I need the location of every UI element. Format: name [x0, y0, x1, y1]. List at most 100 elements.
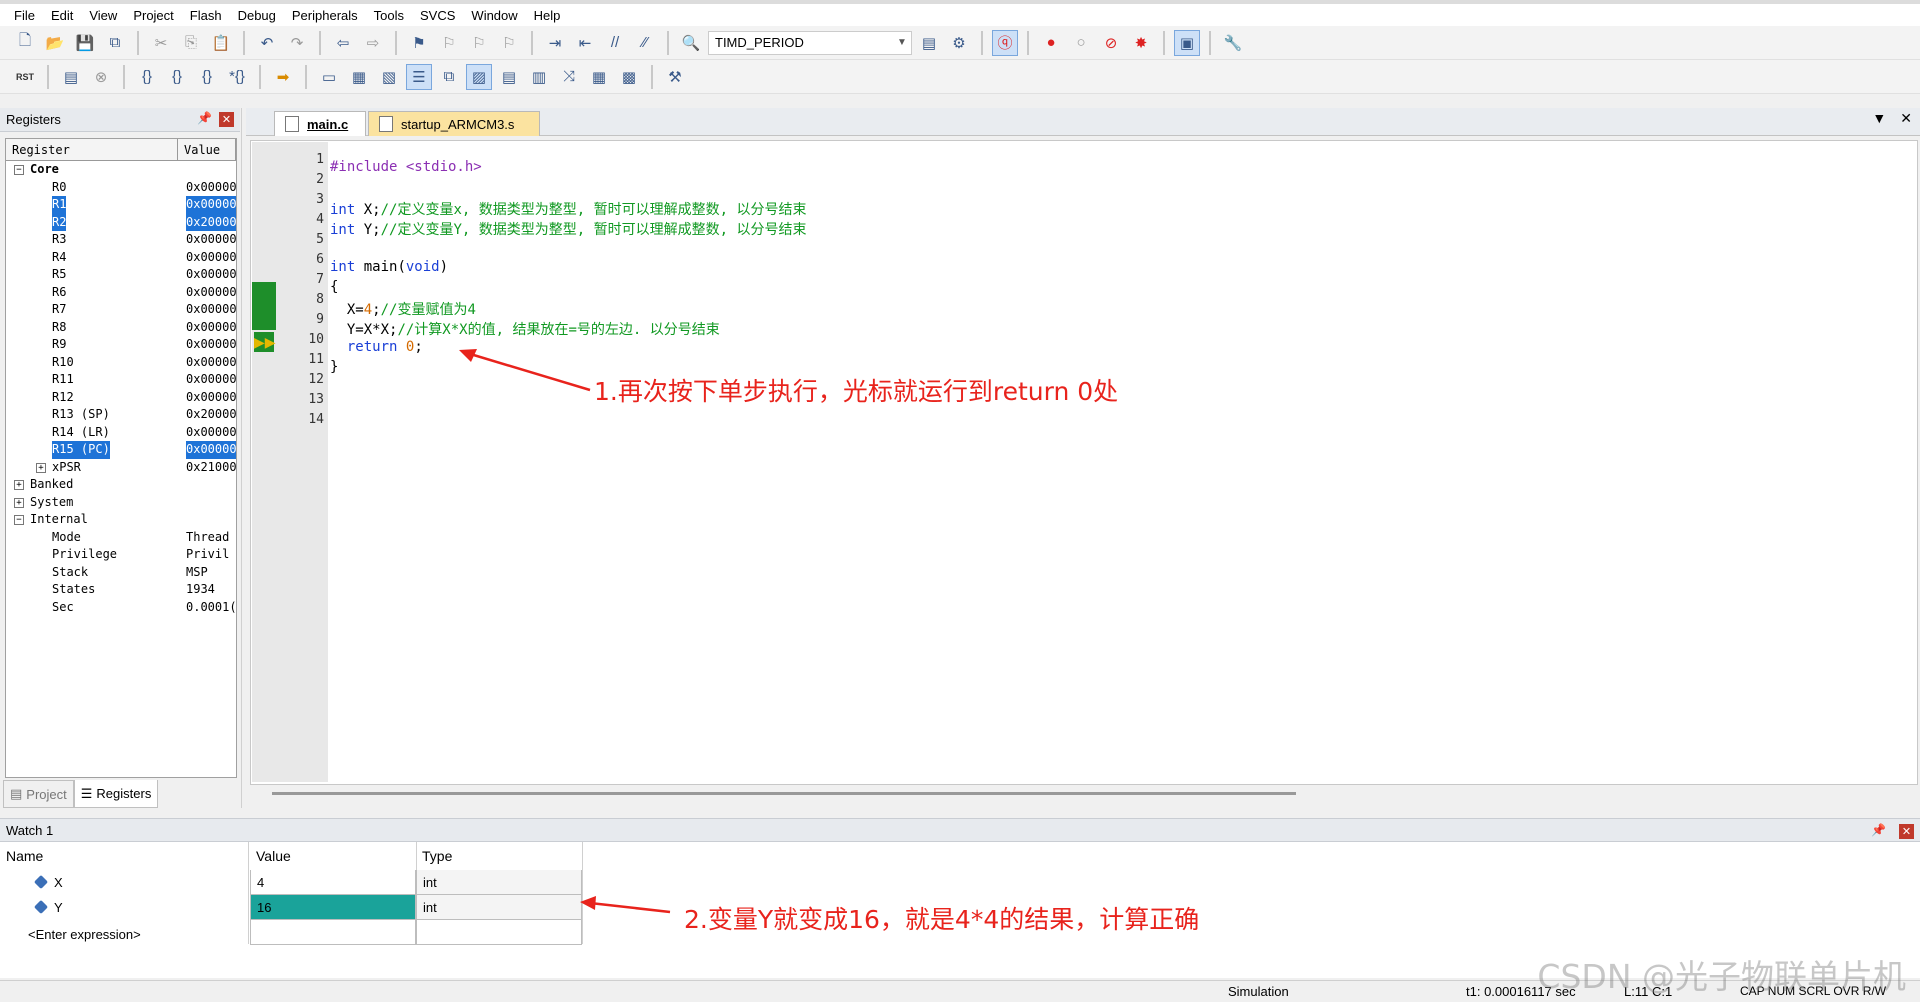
window-layout-icon[interactable]: ▣	[1174, 29, 1200, 56]
register-row[interactable]: R0 0x00000	[6, 179, 236, 197]
register-value[interactable]: Privil	[186, 546, 236, 564]
reset-icon[interactable]: RST	[12, 64, 38, 90]
register-row[interactable]: R13 (SP) 0x20000	[6, 406, 236, 424]
register-value[interactable]: 0x00000	[186, 319, 236, 337]
close-icon[interactable]: ✕	[219, 112, 234, 127]
horizontal-scrollbar[interactable]	[272, 792, 1296, 795]
menu-peripherals[interactable]: Peripherals	[284, 8, 366, 23]
tab-list-dropdown-icon[interactable]: ▼	[1872, 110, 1886, 127]
register-row[interactable]: R2 0x20000	[6, 213, 236, 231]
register-row[interactable]: R10 0x00000	[6, 354, 236, 372]
debug-session-icon[interactable]: ⓠ	[992, 29, 1018, 56]
tab-startup-armcm3[interactable]: startup_ARMCM3.s	[368, 111, 540, 136]
manage-icon[interactable]: ⚙	[946, 30, 972, 56]
call-stack-icon[interactable]: ⧉	[436, 64, 462, 90]
register-row[interactable]: R3 0x00000	[6, 231, 236, 249]
memory-window-icon[interactable]: ▤	[496, 64, 522, 90]
show-next-statement-icon[interactable]: ➡	[270, 64, 296, 90]
register-row[interactable]: Mode Thread	[6, 529, 236, 547]
register-value[interactable]: 0x00000	[186, 354, 236, 372]
pin-icon[interactable]: 📌	[1871, 823, 1886, 837]
clear-bookmarks-icon[interactable]: ⚐	[496, 30, 522, 56]
register-row[interactable]: Sec 0.0001(	[6, 599, 236, 617]
register-column-header[interactable]: Register	[6, 139, 178, 160]
register-row[interactable]: + System	[6, 494, 236, 512]
watch-variable-name[interactable]: Y	[54, 895, 63, 920]
expand-icon[interactable]: +	[14, 497, 24, 508]
watch-type-header[interactable]: Type	[422, 848, 452, 864]
watch-value-header[interactable]: Value	[256, 848, 291, 864]
register-value[interactable]: 0x00000	[186, 389, 236, 407]
step-over-icon[interactable]: {}	[164, 64, 190, 90]
watch-window-icon[interactable]: ▨	[466, 63, 492, 90]
breakpoint-gutter[interactable]: ▶▶	[252, 142, 276, 782]
enter-expression-row[interactable]: <Enter expression>	[28, 922, 141, 947]
register-value[interactable]: 0x00000	[186, 284, 236, 302]
redo-icon[interactable]: ↷	[284, 30, 310, 56]
register-value[interactable]: 0x00000	[186, 196, 236, 214]
register-value[interactable]: 0x21000	[186, 459, 236, 477]
watch-variable-value[interactable]: 4	[250, 870, 416, 895]
menu-project[interactable]: Project	[125, 8, 181, 23]
register-value[interactable]: 0x00000	[186, 371, 236, 389]
system-viewer-icon[interactable]: ▩	[616, 64, 642, 90]
trace-window-icon[interactable]: ▦	[586, 64, 612, 90]
register-row[interactable]: R11 0x00000	[6, 371, 236, 389]
register-value[interactable]: 0x20000	[186, 406, 236, 424]
menu-flash[interactable]: Flash	[182, 8, 230, 23]
tab-main-c[interactable]: main.c	[274, 111, 366, 136]
command-window-icon[interactable]: ▭	[316, 64, 342, 90]
comment-icon[interactable]: //	[602, 30, 628, 56]
step-out-icon[interactable]: {}	[194, 64, 220, 90]
register-row[interactable]: − Core	[6, 161, 236, 179]
register-value[interactable]: 0x00000	[186, 179, 236, 197]
collapse-icon[interactable]: −	[14, 165, 24, 175]
analysis-window-icon[interactable]: ⤨	[556, 64, 582, 90]
find-in-files-icon[interactable]: 🔍	[678, 30, 704, 56]
tab-project[interactable]: ▤ Project	[3, 780, 74, 808]
register-value[interactable]: 0x00000	[186, 266, 236, 284]
target-select[interactable]: TIMD_PERIOD ▼	[708, 30, 912, 55]
register-value[interactable]: MSP	[186, 564, 236, 582]
disable-all-breakpoints-icon[interactable]: ⊘	[1098, 30, 1124, 56]
register-value[interactable]: 0x00000	[186, 231, 236, 249]
register-row[interactable]: R1 0x00000	[6, 196, 236, 214]
nav-back-icon[interactable]: ⇦	[330, 30, 356, 56]
open-file-icon[interactable]: 📂	[42, 30, 68, 56]
disassembly-window-icon[interactable]: ▦	[346, 64, 372, 90]
register-row[interactable]: R9 0x00000	[6, 336, 236, 354]
breakpoint-icon[interactable]: ●	[1038, 30, 1064, 56]
register-row[interactable]: R5 0x00000	[6, 266, 236, 284]
menu-file[interactable]: File	[6, 8, 43, 23]
registers-window-icon[interactable]: ☰	[406, 63, 432, 90]
watch-name-header[interactable]: Name	[6, 848, 43, 864]
watch-variable-value[interactable]: 16	[250, 895, 416, 920]
new-file-icon[interactable]: 🗋	[12, 30, 38, 56]
toolbox-icon[interactable]: ⚒	[662, 64, 688, 90]
uncomment-icon[interactable]: ⁄⁄	[632, 30, 658, 56]
menu-svcs[interactable]: SVCS	[412, 8, 463, 23]
register-value[interactable]: 0.0001(	[186, 599, 236, 617]
register-row[interactable]: R6 0x00000	[6, 284, 236, 302]
expand-icon[interactable]: +	[14, 480, 24, 490]
menu-window[interactable]: Window	[463, 8, 525, 23]
run-to-cursor-icon[interactable]: *{}	[224, 64, 250, 90]
configure-icon[interactable]: 🔧	[1220, 30, 1246, 56]
expand-icon[interactable]: +	[36, 462, 46, 473]
stop-icon[interactable]: ⊗	[88, 64, 114, 90]
undo-icon[interactable]: ↶	[254, 30, 280, 56]
bookmark-icon[interactable]: ⚑	[406, 30, 432, 56]
watch-variable-name[interactable]: X	[54, 870, 63, 895]
paste-icon[interactable]: 📋	[208, 30, 234, 56]
register-row[interactable]: R7 0x00000	[6, 301, 236, 319]
register-value[interactable]: 0x20000	[186, 213, 236, 231]
menu-debug[interactable]: Debug	[230, 8, 284, 23]
tab-registers[interactable]: ☰ Registers	[73, 780, 159, 808]
register-row[interactable]: − Internal	[6, 511, 236, 529]
value-column-header[interactable]: Value	[178, 139, 236, 160]
save-icon[interactable]: 💾	[72, 30, 98, 56]
register-value[interactable]: 0x00000	[186, 424, 236, 442]
register-value[interactable]: 0x00000	[186, 441, 236, 459]
prev-bookmark-icon[interactable]: ⚐	[436, 30, 462, 56]
step-into-icon[interactable]: {}	[134, 64, 160, 90]
